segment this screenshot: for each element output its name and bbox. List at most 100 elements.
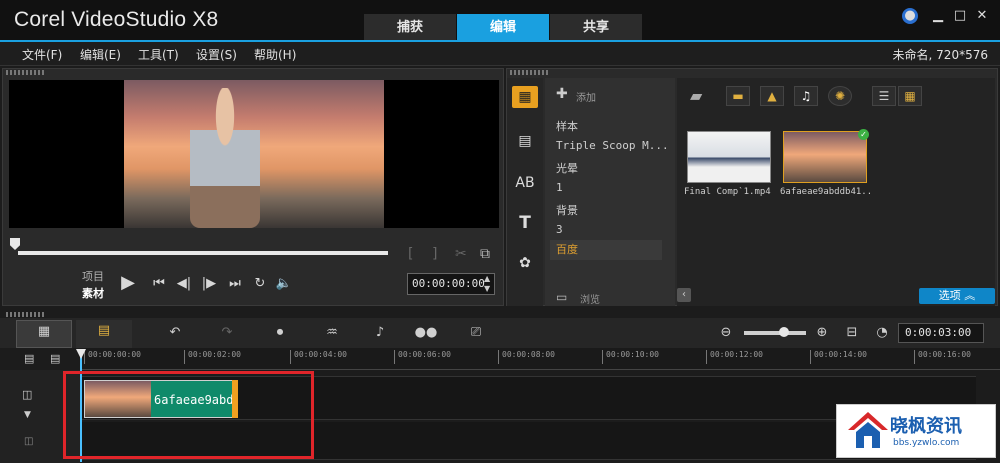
timecode-stepper-icon[interactable]: ▲ ▼ [484, 274, 490, 294]
transition-icon[interactable]: ▤ [512, 130, 538, 152]
collapse-left-icon[interactable]: ‹ [677, 288, 691, 302]
text-t-icon[interactable]: T [512, 212, 538, 234]
mode-project[interactable]: 项目 [82, 268, 104, 284]
minimize-icon[interactable]: ▁ [930, 8, 946, 24]
title-ab-icon[interactable]: AB [512, 172, 538, 194]
zoom-out-icon[interactable]: ⊖ [716, 322, 736, 344]
menu-edit[interactable]: 编辑(E) [80, 46, 121, 63]
folder-list [545, 78, 675, 306]
watermark-logo-icon [848, 412, 888, 448]
thumbnail-label: Final Comp`1.mp4 [684, 187, 771, 197]
show-video-icon[interactable]: ▬ [726, 86, 750, 106]
sound-mixer-icon[interactable]: ♒ [320, 322, 344, 344]
media-icon[interactable]: ▦ [512, 86, 538, 108]
close-icon[interactable]: ✕ [974, 8, 990, 24]
project-duration[interactable]: 0:00:03:00 [898, 323, 984, 343]
mark-in-icon[interactable]: [ [408, 246, 413, 262]
folder-item[interactable]: Triple Scoop M... [556, 139, 669, 152]
ruler-tick: 00:00:12:00 [706, 350, 763, 364]
preview-subject [190, 88, 260, 228]
show-effect-icon[interactable]: ✺ [828, 86, 852, 106]
panel-grip[interactable] [6, 70, 46, 75]
zoom-in-icon[interactable]: ⊕ [812, 322, 832, 344]
grid-view-icon[interactable]: ▦ [898, 86, 922, 106]
thumbnail-image [687, 131, 771, 183]
storyboard-view-icon[interactable]: ▦ [16, 320, 72, 348]
watermark-title: 晓枫资讯 [890, 416, 962, 437]
folder-item[interactable]: 光晕 [556, 160, 578, 176]
prev-frame-icon[interactable]: ◀| [174, 276, 194, 291]
highlight-annotation [63, 371, 314, 459]
maximize-icon[interactable]: □ [952, 8, 968, 24]
subtitle-editor-icon[interactable]: ⎚ [464, 322, 488, 344]
add-chapter-icon[interactable]: ▤ [50, 352, 60, 365]
folder-item-selected[interactable]: 百度 [550, 240, 662, 260]
auto-music-icon[interactable]: ♪ [368, 322, 392, 344]
options-button[interactable]: 选项 ︽ [919, 288, 995, 304]
go-end-icon[interactable]: ⏭ [225, 276, 245, 291]
folder-item[interactable]: 1 [556, 181, 563, 194]
add-folder-label[interactable]: 添加 [576, 89, 596, 104]
project-info: 未命名, 720*576 [892, 48, 988, 62]
track-manager-icon[interactable]: ▤ [24, 352, 34, 365]
menu-tools[interactable]: 工具(T) [138, 46, 179, 63]
menu-help[interactable]: 帮助(H) [254, 46, 296, 63]
next-frame-icon[interactable]: |▶ [199, 276, 219, 291]
ruler-tick: 00:00:06:00 [394, 350, 451, 364]
play-icon[interactable]: ▶ [117, 272, 139, 294]
folder-item[interactable]: 3 [556, 223, 563, 236]
add-icon[interactable]: ✚ [556, 86, 568, 102]
enlarge-icon[interactable]: ⧉ [480, 246, 490, 262]
volume-icon[interactable]: 🔈 [274, 276, 294, 291]
ruler-tick: 00:00:14:00 [810, 350, 867, 364]
go-start-icon[interactable]: ⏮ [149, 276, 169, 291]
panel-grip[interactable] [510, 70, 550, 75]
mode-clip[interactable]: 素材 [82, 285, 104, 301]
thumbnail-item[interactable]: 6afaeae9abddb41... [780, 128, 872, 198]
graphics-icon[interactable]: ✿ [512, 252, 538, 274]
globe-icon[interactable]: ● [902, 8, 918, 24]
timecode-field[interactable]: 00:00:00:00 [407, 273, 495, 295]
folder-item[interactable]: 样本 [556, 118, 578, 134]
zoom-slider[interactable] [744, 331, 806, 335]
ruler-tick: 00:00:16:00 [914, 350, 971, 364]
menu-settings[interactable]: 设置(S) [196, 46, 237, 63]
overlay-track-icon[interactable]: ◫ [24, 436, 33, 447]
timeline-view-icon[interactable]: ▤ [76, 320, 132, 348]
panel-grip[interactable] [6, 312, 46, 317]
redo-icon[interactable]: ↷ [216, 322, 238, 344]
repeat-icon[interactable]: ↻ [250, 276, 270, 291]
browse-icon[interactable]: ▭ [556, 290, 567, 304]
ruler-tick: 00:00:02:00 [184, 350, 241, 364]
fit-project-icon[interactable]: ⊟ [842, 322, 862, 344]
ruler-tick: 00:00:00:00 [84, 350, 141, 364]
show-audio-icon[interactable]: ♫ [794, 86, 818, 106]
video-track-icon[interactable]: ◫ [22, 388, 32, 401]
folder-item[interactable]: 背景 [556, 202, 578, 218]
app-title: Corel VideoStudio X8 [14, 8, 219, 31]
zoom-slider-handle[interactable] [779, 327, 789, 337]
mark-out-icon[interactable]: ] [432, 246, 437, 262]
tab-share[interactable]: 共享 [550, 14, 642, 42]
list-view-icon[interactable]: ☰ [872, 86, 896, 106]
ruler-tick: 00:00:04:00 [290, 350, 347, 364]
show-photo-icon[interactable]: ▲ [760, 86, 784, 106]
scrub-bar[interactable] [18, 251, 388, 255]
browse-label[interactable]: 浏览 [580, 291, 600, 306]
thumbnail-item[interactable]: Final Comp`1.mp4 [684, 128, 774, 198]
motion-tracking-icon[interactable]: ●● [414, 322, 438, 344]
tab-edit[interactable]: 编辑 [457, 14, 549, 42]
thumbnail-label: 6afaeae9abddb41... [780, 187, 872, 197]
thumbnail-image [783, 131, 867, 183]
ruler-tick: 00:00:10:00 [602, 350, 659, 364]
folder-icon[interactable]: ▰ [690, 86, 702, 105]
tab-capture[interactable]: 捕获 [364, 14, 456, 42]
undo-icon[interactable]: ↶ [164, 322, 186, 344]
record-capture-icon[interactable]: ⏺ [268, 322, 292, 344]
clock-icon: ◔ [876, 325, 888, 340]
chevron-down-icon[interactable]: ▼ [24, 410, 31, 420]
chevron-up-icon: ︽ [964, 289, 976, 302]
ruler-tick: 00:00:08:00 [498, 350, 555, 364]
split-icon[interactable]: ✂ [455, 246, 467, 262]
menu-file[interactable]: 文件(F) [22, 46, 62, 63]
